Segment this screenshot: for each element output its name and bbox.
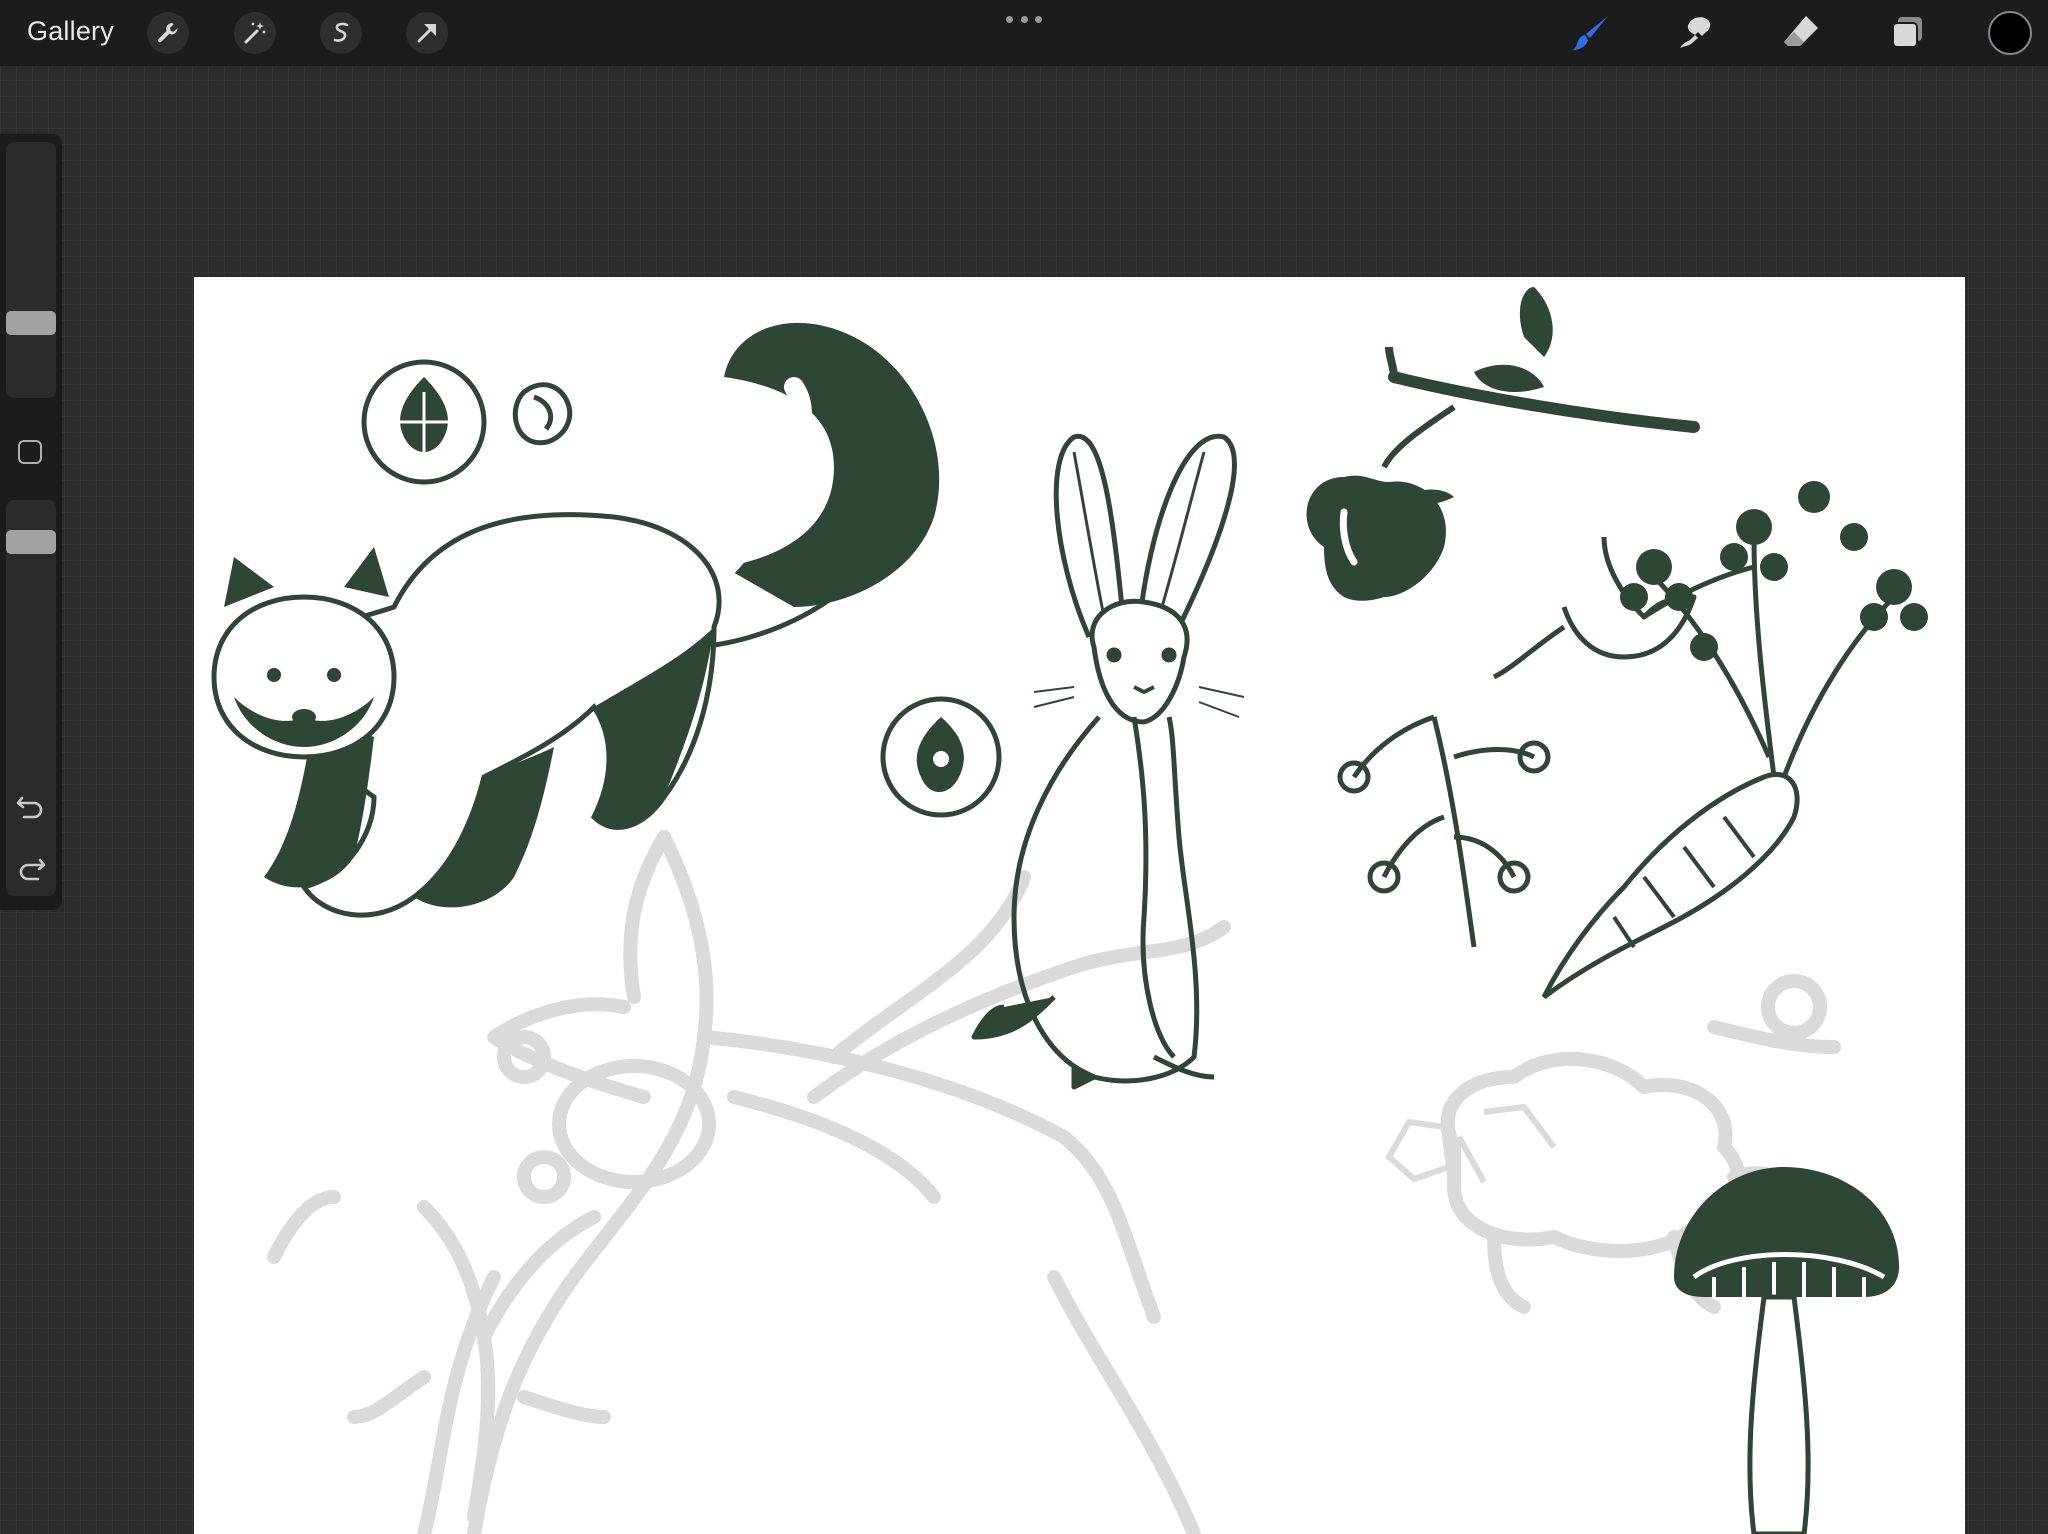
opacity-thumb[interactable] xyxy=(6,529,56,554)
color-swatch-button[interactable] xyxy=(1988,11,2032,55)
gallery-button[interactable]: Gallery xyxy=(27,16,114,47)
eraser-icon xyxy=(1784,16,1818,46)
redo-icon[interactable] xyxy=(14,852,48,886)
carrot-drawing xyxy=(1541,481,1928,1000)
artwork xyxy=(211,287,1928,1534)
move-arrow-icon xyxy=(417,24,436,43)
red-panda-drawing xyxy=(211,322,940,918)
brush-icon xyxy=(1573,16,1608,50)
apple-branch-drawing xyxy=(1306,287,1700,601)
transform-button[interactable] xyxy=(406,12,448,54)
brush-size-thumb[interactable] xyxy=(6,311,56,336)
sketch-details xyxy=(1385,1103,1557,1184)
top-toolbar: Gallery xyxy=(0,0,2048,66)
wrench-icon xyxy=(158,23,178,43)
selection-button[interactable] xyxy=(320,12,362,54)
undo-icon[interactable] xyxy=(14,790,48,824)
smudge-icon xyxy=(1680,17,1711,48)
brush-tool-button[interactable] xyxy=(1568,10,1614,56)
drawing-canvas[interactable] xyxy=(194,277,1965,1534)
mushroom-drawing xyxy=(1674,1167,1899,1534)
layers-icon xyxy=(1892,17,1922,48)
magic-wand-icon xyxy=(244,22,266,44)
left-sidebar xyxy=(0,134,62,910)
eraser-tool-button[interactable] xyxy=(1778,10,1824,56)
modify-square-icon[interactable] xyxy=(18,440,42,464)
more-options-icon[interactable] xyxy=(1006,12,1042,26)
smudge-tool-button[interactable] xyxy=(1674,10,1720,56)
selection-icon xyxy=(333,22,349,42)
adjustments-button[interactable] xyxy=(234,12,276,54)
brush-size-slider[interactable] xyxy=(6,142,56,398)
actions-button[interactable] xyxy=(147,12,189,54)
layers-button[interactable] xyxy=(1884,10,1930,56)
opacity-slider[interactable] xyxy=(6,500,56,896)
